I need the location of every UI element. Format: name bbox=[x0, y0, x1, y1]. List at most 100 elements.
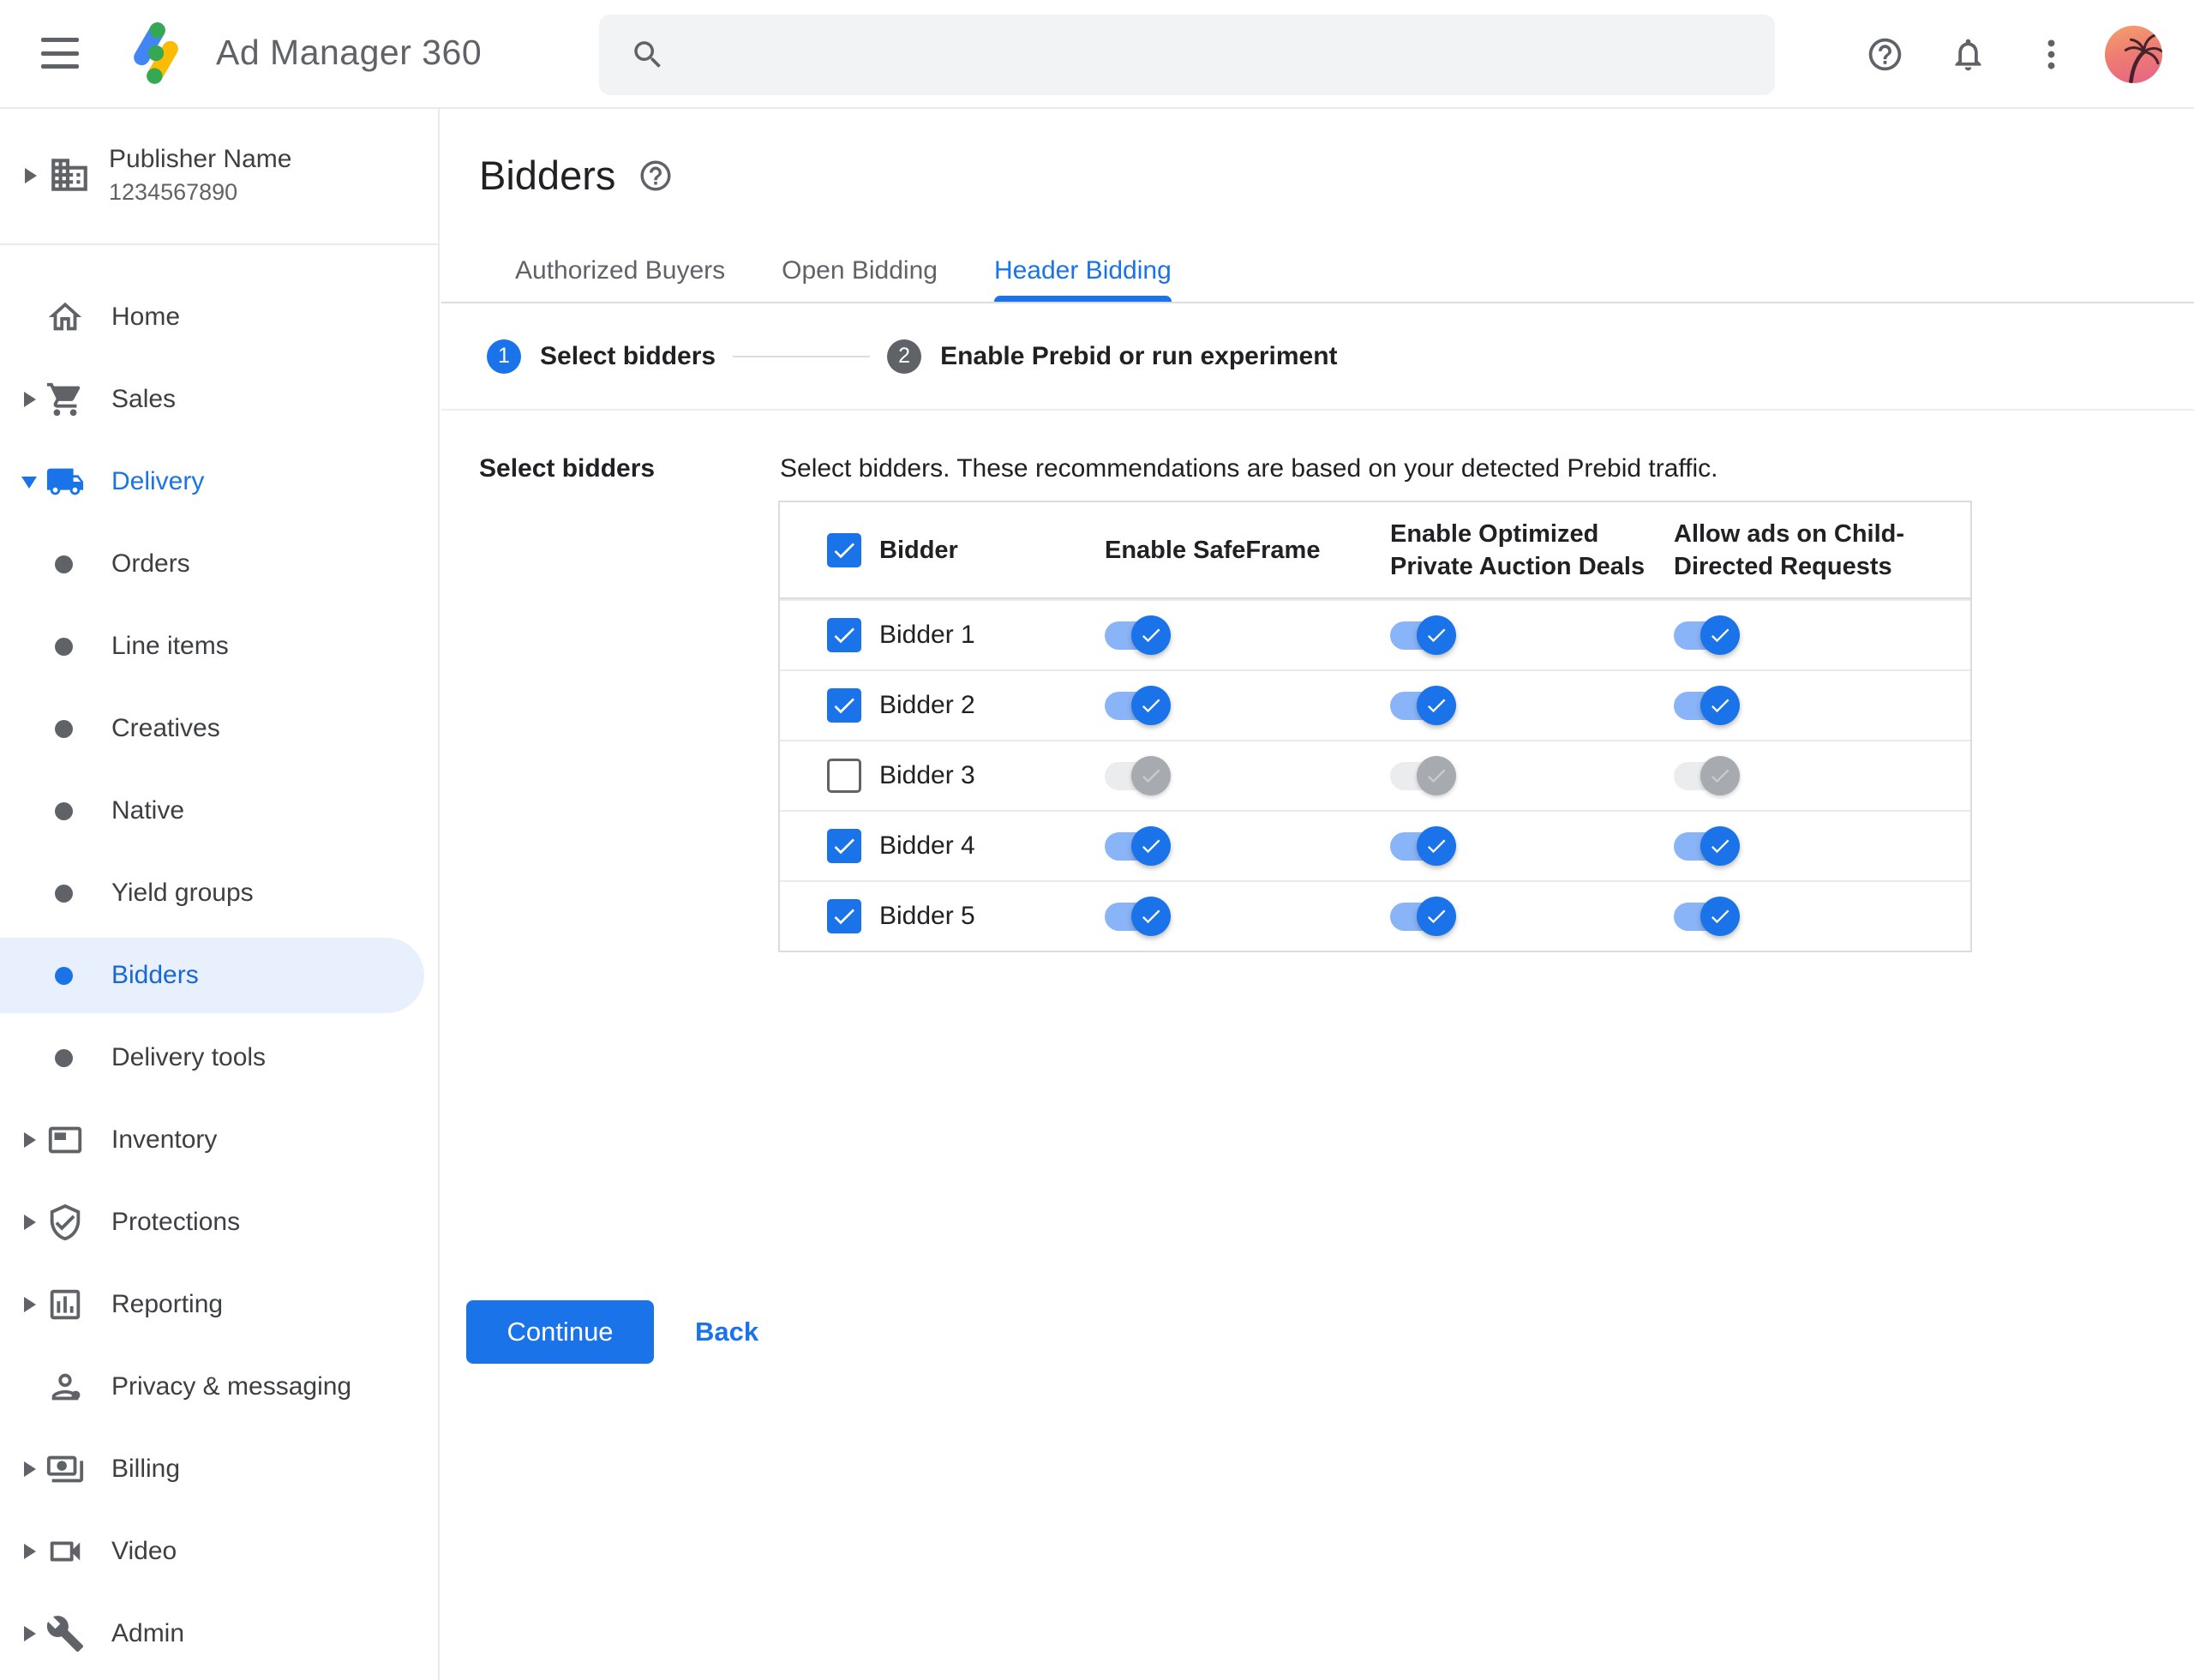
sidebar-item-bidders[interactable]: Bidders bbox=[0, 934, 438, 1017]
tab-bar: Authorized Buyers Open Bidding Header Bi… bbox=[441, 252, 2194, 303]
section-description: Select bidders. These recommendations ar… bbox=[780, 454, 1718, 483]
expand-arrow-icon bbox=[25, 168, 37, 183]
table-row: Bidder 3 bbox=[780, 740, 1970, 810]
safeframe-toggle[interactable] bbox=[1105, 825, 1172, 867]
optimized-private-auction-deals-toggle[interactable] bbox=[1390, 896, 1457, 937]
toggle-thumb bbox=[1417, 756, 1456, 795]
row-checkbox[interactable] bbox=[827, 829, 861, 863]
page-title: Bidders bbox=[479, 153, 616, 198]
bullet-icon bbox=[55, 885, 73, 903]
expand-arrow-icon[interactable] bbox=[24, 1461, 36, 1477]
sidebar-item-delivery[interactable]: Delivery bbox=[0, 441, 438, 523]
child-directed-requests-toggle[interactable] bbox=[1674, 615, 1741, 656]
page-help-icon[interactable] bbox=[638, 158, 674, 194]
optimized-private-auction-deals-toggle[interactable] bbox=[1390, 755, 1457, 796]
row-checkbox[interactable] bbox=[827, 899, 861, 933]
tab-header-bidding[interactable]: Header Bidding bbox=[993, 256, 1172, 302]
building-icon bbox=[51, 159, 87, 191]
sidebar-item-native[interactable]: Native bbox=[0, 770, 438, 852]
bullet-icon bbox=[55, 802, 73, 820]
notifications-icon[interactable] bbox=[1949, 35, 1987, 74]
sidebar-item-orders[interactable]: Orders bbox=[0, 523, 438, 605]
toggle-thumb bbox=[1700, 897, 1740, 936]
more-vertical-icon[interactable] bbox=[2032, 35, 2071, 74]
sidebar-item-label: Home bbox=[111, 303, 181, 331]
avatar[interactable] bbox=[2105, 26, 2162, 83]
sidebar-nav: Home Sales Delivery Orders Line items Creativ… bbox=[0, 247, 438, 1675]
sidebar-item-label: Billing bbox=[111, 1455, 181, 1483]
help-icon[interactable] bbox=[1866, 35, 1904, 74]
column-header-safeframe: Enable SafeFrame bbox=[1105, 536, 1321, 564]
sidebar-item-reporting[interactable]: Reporting bbox=[0, 1263, 438, 1346]
child-directed-requests-toggle[interactable] bbox=[1674, 825, 1741, 867]
money-icon bbox=[45, 1449, 86, 1490]
tab-open-bidding[interactable]: Open Bidding bbox=[782, 256, 938, 302]
expand-arrow-icon[interactable] bbox=[24, 1215, 36, 1230]
safeframe-toggle[interactable] bbox=[1105, 685, 1172, 726]
sidebar-item-label: Privacy & messaging bbox=[111, 1372, 352, 1401]
toggle-thumb bbox=[1131, 756, 1171, 795]
publisher-selector[interactable]: Publisher Name 1234567890 bbox=[0, 109, 438, 245]
top-app-bar: Ad Manager 360 bbox=[0, 0, 2194, 109]
inventory-icon bbox=[45, 1119, 86, 1161]
bullet-icon bbox=[55, 1049, 73, 1067]
sidebar-item-label: Native bbox=[111, 796, 185, 825]
sidebar-item-admin[interactable]: Admin bbox=[0, 1593, 438, 1675]
expand-arrow-icon[interactable] bbox=[24, 1132, 36, 1148]
sidebar-item-creatives[interactable]: Creatives bbox=[0, 687, 438, 770]
sidebar-item-yield-groups[interactable]: Yield groups bbox=[0, 852, 438, 934]
expand-arrow-icon[interactable] bbox=[24, 1544, 36, 1559]
table-row: Bidder 5 bbox=[780, 880, 1970, 951]
sidebar-item-label: Inventory bbox=[111, 1125, 218, 1154]
expand-arrow-icon[interactable] bbox=[24, 1626, 36, 1641]
sidebar-item-line-items[interactable]: Line items bbox=[0, 605, 438, 687]
collapse-arrow-icon[interactable] bbox=[21, 477, 37, 489]
sidebar-item-sales[interactable]: Sales bbox=[0, 358, 438, 441]
bullet-icon bbox=[55, 720, 73, 738]
continue-button[interactable]: Continue bbox=[466, 1300, 654, 1364]
page-title-row: Bidders bbox=[479, 152, 674, 199]
search-input[interactable] bbox=[692, 39, 1749, 70]
toggle-thumb bbox=[1131, 826, 1171, 866]
select-all-checkbox[interactable] bbox=[827, 532, 861, 567]
stepper: 1 Select bidders 2 Enable Prebid or run … bbox=[441, 303, 2194, 411]
column-header-child-directed: Allow ads on Child-Directed Requests bbox=[1674, 519, 1905, 580]
main-content: Bidders Authorized Buyers Open Bidding H… bbox=[441, 109, 2194, 1680]
sidebar-item-protections[interactable]: Protections bbox=[0, 1181, 438, 1263]
row-checkbox[interactable] bbox=[827, 688, 861, 723]
row-checkbox[interactable] bbox=[827, 618, 861, 652]
bullet-icon bbox=[55, 967, 73, 985]
back-button[interactable]: Back bbox=[695, 1300, 758, 1364]
sidebar-item-label: Creatives bbox=[111, 714, 220, 742]
expand-arrow-icon[interactable] bbox=[24, 1297, 36, 1312]
step-2-label: Enable Prebid or run experiment bbox=[940, 341, 1338, 370]
sidebar-item-home[interactable]: Home bbox=[0, 276, 438, 358]
sidebar-item-label: Admin bbox=[111, 1619, 185, 1647]
safeframe-toggle[interactable] bbox=[1105, 896, 1172, 937]
table-row: Bidder 1 bbox=[780, 599, 1970, 669]
sidebar-item-video[interactable]: Video bbox=[0, 1510, 438, 1593]
section-label: Select bidders bbox=[479, 454, 656, 483]
menu-icon[interactable] bbox=[41, 38, 79, 69]
child-directed-requests-toggle[interactable] bbox=[1674, 755, 1741, 796]
safeframe-toggle[interactable] bbox=[1105, 615, 1172, 656]
expand-arrow-icon[interactable] bbox=[24, 392, 36, 407]
optimized-private-auction-deals-toggle[interactable] bbox=[1390, 825, 1457, 867]
optimized-private-auction-deals-toggle[interactable] bbox=[1390, 615, 1457, 656]
column-header-optimized-deals: Enable Optimized Private Auction Deals bbox=[1390, 519, 1646, 580]
sidebar-item-inventory[interactable]: Inventory bbox=[0, 1099, 438, 1181]
sidebar-item-privacy-messaging[interactable]: Privacy & messaging bbox=[0, 1346, 438, 1428]
toggle-thumb bbox=[1131, 615, 1171, 655]
publisher-id: 1234567890 bbox=[109, 179, 238, 205]
optimized-private-auction-deals-toggle[interactable] bbox=[1390, 685, 1457, 726]
search-bar[interactable] bbox=[599, 15, 1775, 95]
row-checkbox[interactable] bbox=[827, 759, 861, 793]
sidebar-item-delivery-tools[interactable]: Delivery tools bbox=[0, 1017, 438, 1099]
child-directed-requests-toggle[interactable] bbox=[1674, 685, 1741, 726]
tab-authorized-buyers[interactable]: Authorized Buyers bbox=[515, 256, 725, 302]
sidebar-item-billing[interactable]: Billing bbox=[0, 1428, 438, 1510]
cart-icon bbox=[45, 379, 86, 420]
safeframe-toggle[interactable] bbox=[1105, 755, 1172, 796]
toggle-thumb bbox=[1417, 897, 1456, 936]
child-directed-requests-toggle[interactable] bbox=[1674, 896, 1741, 937]
